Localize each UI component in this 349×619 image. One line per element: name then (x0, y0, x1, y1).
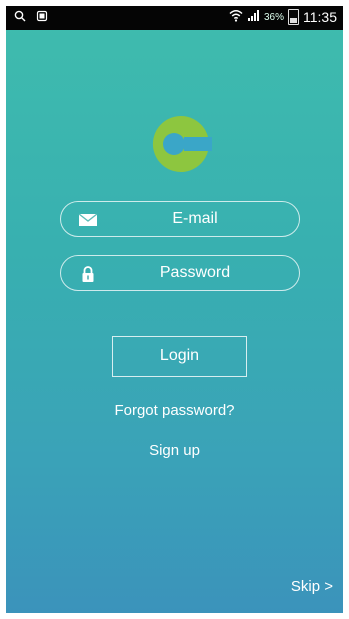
battery-percent: 36% (263, 11, 284, 23)
status-bar: 36% 11:35 (6, 6, 343, 30)
forgot-password-link[interactable]: Forgot password? (6, 402, 343, 419)
wifi-icon (229, 9, 243, 25)
sign-up-link[interactable]: Sign up (6, 442, 343, 459)
clock: 11:35 (303, 9, 337, 25)
lock-icon (77, 265, 99, 283)
password-placeholder: Password (159, 264, 231, 281)
email-placeholder: E-mail (172, 210, 218, 227)
status-left (14, 10, 48, 25)
app-logo (146, 116, 214, 172)
signal-icon (247, 9, 260, 25)
envelope-icon (77, 211, 99, 229)
status-right: 36% 11:35 (229, 9, 337, 25)
battery-icon (288, 9, 299, 25)
login-button[interactable]: Login (112, 336, 247, 377)
app-screen: 36% 11:35 E-mail Password Login Forgot p… (6, 6, 343, 613)
search-icon (14, 10, 26, 25)
password-field[interactable]: Password (60, 255, 300, 291)
skip-button[interactable]: Skip > (291, 578, 333, 595)
email-field[interactable]: E-mail (60, 201, 300, 237)
screenshot-icon (36, 10, 48, 25)
